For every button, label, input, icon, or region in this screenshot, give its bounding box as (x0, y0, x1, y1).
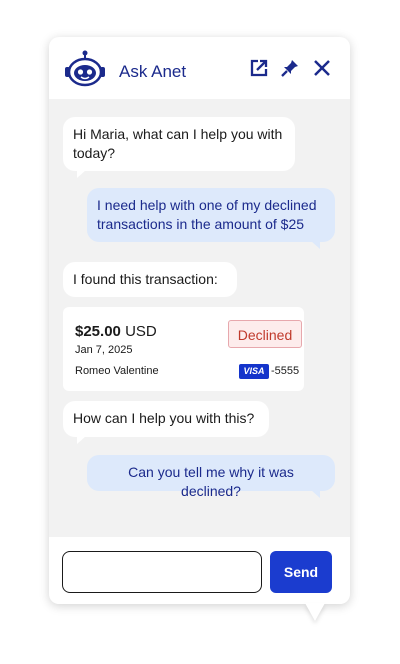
transaction-amount: $25.00 USD (75, 323, 157, 340)
chat-header: Ask Anet (49, 37, 350, 99)
chat-title: Ask Anet (119, 62, 187, 81)
pin-icon (281, 60, 298, 77)
card-last-four: -5555 (271, 365, 300, 377)
pin-button[interactable] (279, 57, 301, 79)
open-external-icon (250, 59, 268, 77)
chat-widget: Ask Anet Hi Maria, what can I help you w… (49, 37, 350, 604)
close-button[interactable] (311, 57, 333, 79)
status-badge: Declined (228, 320, 302, 348)
transaction-card[interactable]: $25.00 USD Jan 7, 2025 Romeo Valentine D… (63, 307, 304, 391)
bubble-tail (311, 241, 320, 249)
send-button[interactable]: Send (270, 551, 332, 593)
robot-icon (63, 49, 107, 89)
bubble-tail (311, 490, 320, 498)
bot-message: I found this transaction: (63, 262, 237, 297)
widget-tail (305, 603, 325, 621)
visa-logo: VISA (239, 364, 269, 379)
user-message: I need help with one of my declined tran… (87, 188, 335, 242)
bubble-tail (77, 170, 86, 178)
bot-message: How can I help you with this? (63, 401, 269, 437)
open-external-button[interactable] (248, 57, 270, 79)
close-icon (314, 60, 330, 76)
transaction-date: Jan 7, 2025 (75, 344, 133, 356)
user-message: Can you tell me why it was declined? (87, 455, 335, 499)
composer: Send (49, 537, 350, 604)
bubble-tail (77, 436, 86, 444)
merchant-name: Romeo Valentine (75, 365, 159, 377)
bot-message: Hi Maria, what can I help you with today… (63, 117, 295, 171)
message-input[interactable] (62, 551, 262, 593)
